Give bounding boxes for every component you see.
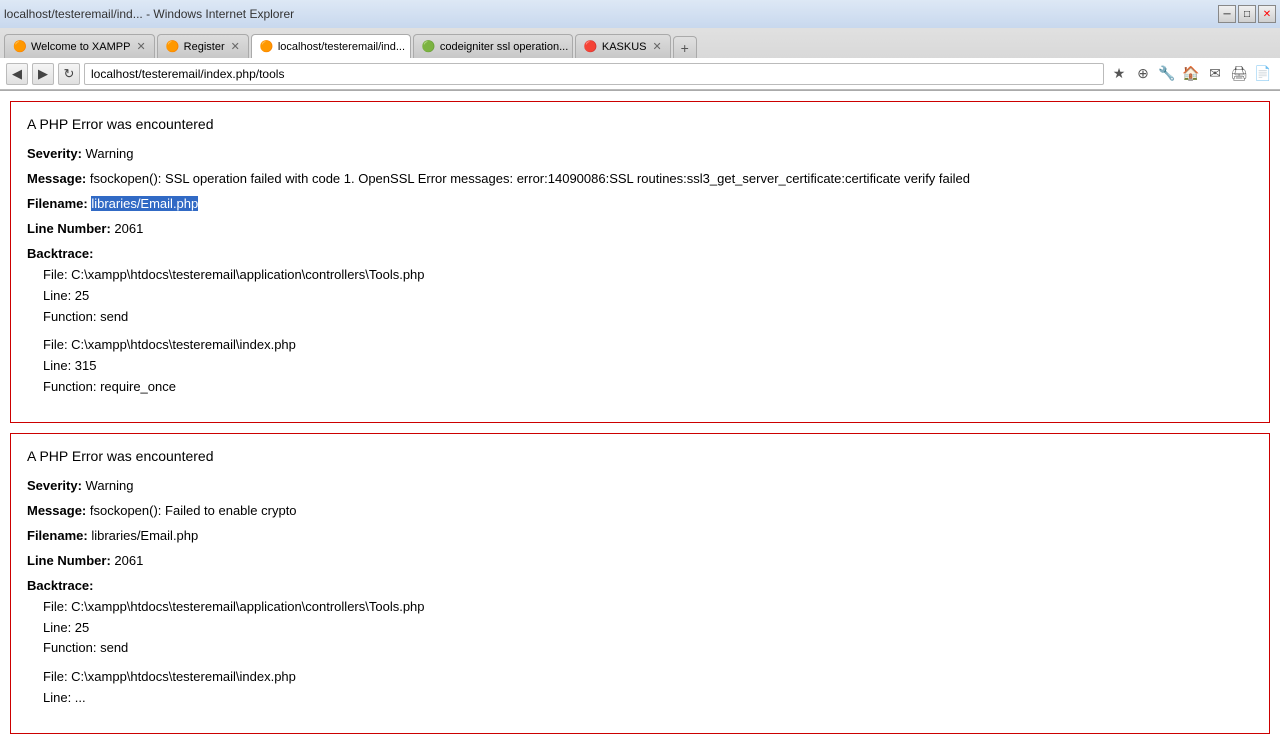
linenumber-value-1: 2061 — [114, 221, 143, 236]
print-icon[interactable]: 🖨 — [1228, 63, 1250, 85]
close-button[interactable]: ✕ — [1258, 5, 1276, 23]
tab-label-xampp: Welcome to XAMPP — [31, 41, 130, 53]
linenumber-value-2: 2061 — [114, 553, 143, 568]
page-icon[interactable]: 📄 — [1252, 63, 1274, 85]
tab-label-register: Register — [184, 41, 225, 53]
message-field-1: Message: fsockopen(): SSL operation fail… — [27, 171, 1253, 186]
filename-field-1: Filename: libraries/Email.php — [27, 196, 1253, 211]
backtrace-item-1-0: File: C:\xampp\htdocs\testeremail\applic… — [43, 265, 1253, 327]
severity-field-1: Severity: Warning — [27, 146, 1253, 161]
error-box-1: A PHP Error was encountered Severity: Wa… — [10, 101, 1270, 423]
backtrace-line-1-0: Line: 25 — [43, 286, 1253, 307]
backtrace-function-2-0: Function: send — [43, 638, 1253, 659]
backtrace-block-1: File: C:\xampp\htdocs\testeremail\applic… — [27, 265, 1253, 398]
message-label-2: Message: — [27, 503, 86, 518]
linenumber-label-2: Line Number: — [27, 553, 111, 568]
error-box-2: A PHP Error was encountered Severity: Wa… — [10, 433, 1270, 734]
linenumber-field-2: Line Number: 2061 — [27, 553, 1253, 568]
tab-bar: 🟠 Welcome to XAMPP ✕ 🟠 Register ✕ 🟠 loca… — [0, 28, 1280, 58]
tab-favicon-localhost: 🟠 — [260, 40, 274, 54]
backtrace-item-2-1: File: C:\xampp\htdocs\testeremail\index.… — [43, 667, 1253, 709]
severity-value-2: Warning — [86, 478, 134, 493]
backtrace-field-2: Backtrace: File: C:\xampp\htdocs\testere… — [27, 578, 1253, 709]
linenumber-label-1: Line Number: — [27, 221, 111, 236]
backtrace-item-2-0: File: C:\xampp\htdocs\testeremail\applic… — [43, 597, 1253, 659]
browser-chrome: localhost/testeremail/ind... - Windows I… — [0, 0, 1280, 91]
filename-value-1: libraries/Email.php — [91, 196, 198, 211]
backtrace-label-1: Backtrace: — [27, 246, 94, 261]
maximize-button[interactable]: □ — [1238, 5, 1256, 23]
tab-favicon-register: 🟠 — [166, 40, 180, 54]
tab-kaskus[interactable]: 🔴 KASKUS ✕ — [575, 34, 671, 58]
message-label-1: Message: — [27, 171, 86, 186]
backtrace-file-1-0: File: C:\xampp\htdocs\testeremail\applic… — [43, 265, 1253, 286]
tab-favicon-xampp: 🟠 — [13, 40, 27, 54]
backtrace-file-2-0: File: C:\xampp\htdocs\testeremail\applic… — [43, 597, 1253, 618]
error-title-2: A PHP Error was encountered — [27, 448, 1253, 464]
severity-value-1: Warning — [86, 146, 134, 161]
tab-label-codeigniter: codeigniter ssl operation... — [440, 41, 568, 53]
tab-xampp[interactable]: 🟠 Welcome to XAMPP ✕ — [4, 34, 155, 58]
tab-close-kaskus[interactable]: ✕ — [653, 40, 662, 53]
home-icon[interactable]: 🏠 — [1180, 63, 1202, 85]
tab-codeigniter[interactable]: 🟢 codeigniter ssl operation... ✕ — [413, 34, 573, 58]
message-field-2: Message: fsockopen(): Failed to enable c… — [27, 503, 1253, 518]
backtrace-label-2: Backtrace: — [27, 578, 94, 593]
backtrace-line-2-1: Line: ... — [43, 688, 1253, 709]
backtrace-item-1-1: File: C:\xampp\htdocs\testeremail\index.… — [43, 335, 1253, 397]
tools-icon[interactable]: 🔧 — [1156, 63, 1178, 85]
filename-label-2: Filename: — [27, 528, 88, 543]
severity-label-2: Severity: — [27, 478, 82, 493]
back-button[interactable]: ◀ — [6, 63, 28, 85]
message-value-2: fsockopen(): Failed to enable crypto — [90, 503, 297, 518]
severity-field-2: Severity: Warning — [27, 478, 1253, 493]
favorites-icon[interactable]: ★ — [1108, 63, 1130, 85]
linenumber-field-1: Line Number: 2061 — [27, 221, 1253, 236]
reload-button[interactable]: ↻ — [58, 63, 80, 85]
backtrace-function-1-1: Function: require_once — [43, 377, 1253, 398]
tab-label-kaskus: KASKUS — [602, 41, 647, 53]
tab-register[interactable]: 🟠 Register ✕ — [157, 34, 249, 58]
tab-label-localhost: localhost/testeremail/ind... — [278, 41, 405, 53]
filename-value-2: libraries/Email.php — [91, 528, 198, 543]
mail-icon[interactable]: ✉ — [1204, 63, 1226, 85]
severity-label-1: Severity: — [27, 146, 82, 161]
tab-close-xampp[interactable]: ✕ — [136, 40, 145, 53]
backtrace-block-2: File: C:\xampp\htdocs\testeremail\applic… — [27, 597, 1253, 709]
filename-label-1: Filename: — [27, 196, 88, 211]
title-bar: localhost/testeremail/ind... - Windows I… — [0, 0, 1280, 28]
window-title: localhost/testeremail/ind... - Windows I… — [4, 7, 294, 21]
address-input[interactable] — [84, 63, 1104, 85]
message-value-1: fsockopen(): SSL operation failed with c… — [90, 171, 970, 186]
backtrace-file-1-1: File: C:\xampp\htdocs\testeremail\index.… — [43, 335, 1253, 356]
address-bar: ◀ ▶ ↻ ★ ⊕ 🔧 🏠 ✉ 🖨 📄 — [0, 58, 1280, 90]
minimize-button[interactable]: ─ — [1218, 5, 1236, 23]
tab-favicon-kaskus: 🔴 — [584, 40, 598, 54]
tab-favicon-codeigniter: 🟢 — [422, 40, 436, 54]
forward-button[interactable]: ▶ — [32, 63, 54, 85]
toolbar-icons: ★ ⊕ 🔧 🏠 ✉ 🖨 📄 — [1108, 63, 1274, 85]
backtrace-function-1-0: Function: send — [43, 307, 1253, 328]
tab-localhost[interactable]: 🟠 localhost/testeremail/ind... ✕ — [251, 34, 411, 58]
new-tab-button[interactable]: + — [673, 36, 697, 58]
backtrace-line-2-0: Line: 25 — [43, 618, 1253, 639]
backtrace-line-1-1: Line: 315 — [43, 356, 1253, 377]
backtrace-file-2-1: File: C:\xampp\htdocs\testeremail\index.… — [43, 667, 1253, 688]
filename-field-2: Filename: libraries/Email.php — [27, 528, 1253, 543]
error-title-1: A PHP Error was encountered — [27, 116, 1253, 132]
add-favorites-icon[interactable]: ⊕ — [1132, 63, 1154, 85]
window-controls: ─ □ ✕ — [1218, 5, 1276, 23]
page-content: A PHP Error was encountered Severity: Wa… — [0, 91, 1280, 754]
tab-close-register[interactable]: ✕ — [231, 40, 240, 53]
backtrace-field-1: Backtrace: File: C:\xampp\htdocs\testere… — [27, 246, 1253, 398]
